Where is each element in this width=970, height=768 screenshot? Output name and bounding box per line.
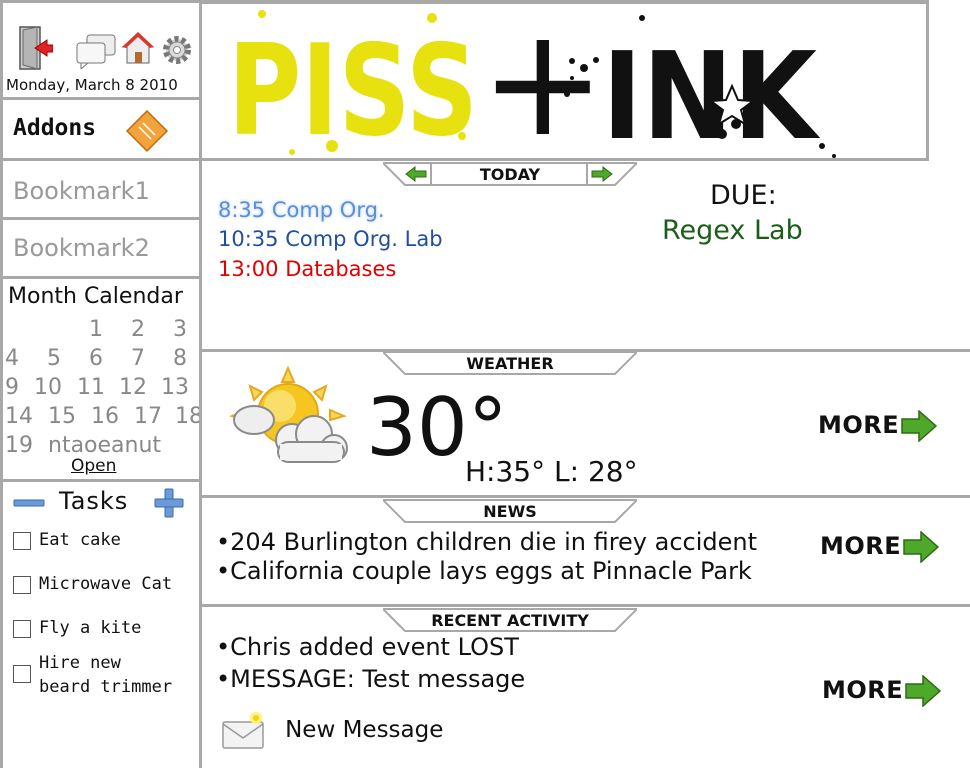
home-icon[interactable] bbox=[121, 31, 155, 65]
today-tab: TODAY bbox=[383, 162, 637, 186]
logo-left-text: PISS bbox=[228, 17, 478, 158]
tasks-title: Tasks bbox=[59, 487, 129, 515]
calendar-day[interactable]: 19 bbox=[5, 433, 33, 458]
task-checkbox[interactable] bbox=[13, 620, 31, 638]
task-item[interactable]: Microwave Cat bbox=[13, 572, 172, 596]
prev-day-arrow-icon[interactable] bbox=[405, 166, 427, 182]
date-label: Monday, March 8 2010 bbox=[6, 76, 178, 94]
calendar-day[interactable]: 11 bbox=[77, 375, 105, 400]
calendar-day[interactable]: 4 bbox=[5, 346, 19, 371]
tasks-panel: Tasks Eat cake Microwave Cat Fly a kite … bbox=[0, 479, 202, 768]
news-item[interactable]: •California couple lays eggs at Pinnacle… bbox=[216, 557, 752, 585]
news-divider bbox=[202, 495, 970, 498]
due-item[interactable]: Regex Lab bbox=[662, 215, 803, 246]
next-day-arrow-icon[interactable] bbox=[591, 166, 613, 182]
chat-icon[interactable] bbox=[75, 33, 117, 69]
news-more-button[interactable]: MORE bbox=[820, 530, 940, 564]
arrow-right-icon bbox=[903, 530, 940, 564]
new-message-label: New Message bbox=[285, 717, 444, 743]
event-item[interactable]: 8:35 Comp Org. bbox=[218, 198, 385, 222]
activity-tab: RECENT ACTIVITY bbox=[383, 608, 637, 632]
partly-cloudy-icon bbox=[229, 365, 348, 463]
activity-tab-label: RECENT ACTIVITY bbox=[431, 611, 589, 630]
addons-diamond-icon bbox=[125, 109, 169, 153]
logo-right-text: INK bbox=[602, 28, 821, 158]
event-item[interactable]: 10:35 Comp Org. Lab bbox=[218, 227, 443, 251]
calendar-day[interactable]: 15 bbox=[48, 404, 76, 429]
banner-logo: PISS + INK bbox=[228, 6, 836, 158]
arrow-right-icon bbox=[905, 674, 942, 708]
calendar-day[interactable]: 1 bbox=[89, 317, 103, 342]
task-item[interactable]: Eat cake bbox=[13, 528, 121, 552]
calendar-day[interactable]: 6 bbox=[89, 346, 103, 371]
task-checkbox[interactable] bbox=[13, 576, 31, 594]
news-item[interactable]: •204 Burlington children die in firey ac… bbox=[216, 528, 757, 556]
weather-tab-label: WEATHER bbox=[466, 354, 554, 373]
high-low-temp: H:35° L: 28° bbox=[465, 455, 638, 488]
month-calendar-panel: Month Calendar 1 2 3 4 5 6 7 8 9 10 11 1… bbox=[0, 276, 202, 482]
gear-icon[interactable] bbox=[160, 33, 194, 67]
calendar-day[interactable]: 10 bbox=[34, 375, 62, 400]
calendar-day[interactable]: 12 bbox=[119, 375, 147, 400]
logout-icon[interactable] bbox=[17, 25, 53, 71]
new-mail-icon bbox=[222, 712, 264, 749]
top-left-panel: Monday, March 8 2010 bbox=[0, 0, 202, 100]
addons-label: Addons bbox=[13, 115, 97, 141]
calendar-day[interactable]: 7 bbox=[131, 346, 145, 371]
news-tab-label: NEWS bbox=[483, 502, 537, 521]
bookmark-2[interactable]: Bookmark2 bbox=[0, 217, 202, 279]
calendar-day[interactable]: 14 bbox=[5, 404, 33, 429]
new-message-button[interactable]: New Message bbox=[220, 708, 443, 752]
calendar-day[interactable]: 17 bbox=[134, 404, 162, 429]
calendar-day[interactable]: 8 bbox=[173, 346, 187, 371]
task-item[interactable]: Fly a kite bbox=[13, 616, 141, 640]
bookmark-1[interactable]: Bookmark1 bbox=[0, 158, 202, 220]
task-checkbox[interactable] bbox=[13, 532, 31, 550]
add-task-plus-icon[interactable] bbox=[153, 487, 185, 519]
calendar-note: ntaoeanut bbox=[48, 433, 162, 458]
calendar-day[interactable]: 18 bbox=[175, 404, 199, 429]
main-left-border bbox=[199, 161, 202, 768]
calendar-open-link[interactable]: Open bbox=[71, 456, 116, 476]
bookmark-1-label: Bookmark1 bbox=[13, 177, 150, 205]
weather-more-button[interactable]: MORE bbox=[818, 409, 938, 443]
calendar-day[interactable]: 9 bbox=[5, 375, 19, 400]
calendar-day[interactable]: 5 bbox=[47, 346, 61, 371]
collapse-minus-icon[interactable] bbox=[13, 498, 45, 508]
task-checkbox[interactable] bbox=[13, 665, 31, 683]
due-label: DUE: bbox=[710, 180, 777, 211]
calendar-day[interactable]: 16 bbox=[91, 404, 119, 429]
banner: PISS + INK bbox=[199, 0, 929, 161]
activity-divider bbox=[202, 604, 970, 607]
calendar-day[interactable]: 2 bbox=[131, 317, 145, 342]
calendar-day[interactable]: 3 bbox=[173, 317, 187, 342]
logo-plus-text: + bbox=[480, 6, 606, 158]
arrow-right-icon bbox=[901, 409, 938, 443]
weather-tab: WEATHER bbox=[383, 351, 637, 375]
activity-item[interactable]: •MESSAGE: Test message bbox=[216, 665, 525, 693]
activity-more-button[interactable]: MORE bbox=[822, 674, 942, 708]
calendar-day[interactable]: 13 bbox=[161, 375, 189, 400]
event-item[interactable]: 13:00 Databases bbox=[218, 257, 396, 281]
task-item[interactable]: Hire new beard trimmer bbox=[13, 651, 172, 699]
activity-item[interactable]: •Chris added event LOST bbox=[216, 633, 519, 661]
calendar-title: Month Calendar bbox=[8, 284, 183, 309]
bookmark-2-label: Bookmark2 bbox=[13, 234, 150, 262]
addons-panel[interactable]: Addons bbox=[0, 97, 202, 161]
news-tab: NEWS bbox=[383, 499, 637, 523]
